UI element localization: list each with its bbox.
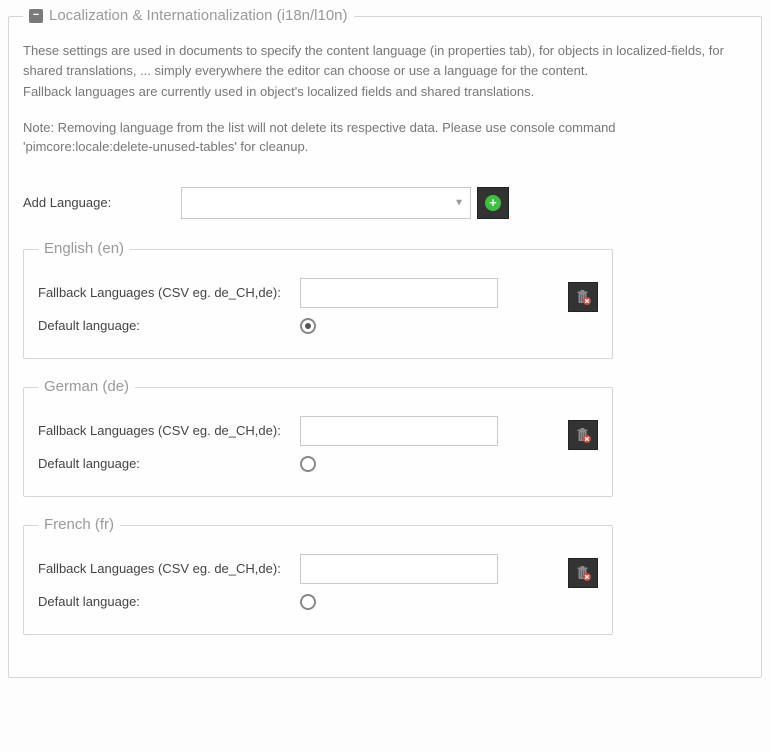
fallback-label: Fallback Languages (CSV eg. de_CH,de): bbox=[38, 423, 300, 438]
default-row: Default language: bbox=[38, 594, 598, 610]
localization-panel: − Localization & Internationalization (i… bbox=[8, 16, 762, 678]
fallback-row: Fallback Languages (CSV eg. de_CH,de): bbox=[38, 416, 598, 446]
add-language-row: Add Language: ▼ + bbox=[23, 187, 747, 219]
fallback-input[interactable] bbox=[300, 416, 498, 446]
language-legend: German (de) bbox=[38, 378, 135, 395]
description-line-1: These settings are used in documents to … bbox=[23, 41, 747, 80]
plus-icon: + bbox=[485, 195, 501, 211]
collapse-icon[interactable]: − bbox=[29, 9, 43, 23]
language-legend: English (en) bbox=[38, 240, 130, 257]
panel-title: Localization & Internationalization (i18… bbox=[49, 7, 348, 24]
default-language-radio[interactable] bbox=[300, 318, 316, 334]
default-row: Default language: bbox=[38, 456, 598, 472]
fallback-row: Fallback Languages (CSV eg. de_CH,de): bbox=[38, 554, 598, 584]
default-row: Default language: bbox=[38, 318, 598, 334]
panel-description: These settings are used in documents to … bbox=[23, 41, 747, 157]
language-fieldset: French (fr) Fallback Languages (CSV eg. … bbox=[23, 525, 613, 635]
delete-language-button[interactable] bbox=[568, 558, 598, 588]
description-line-2: Fallback languages are currently used in… bbox=[23, 82, 747, 102]
default-language-radio[interactable] bbox=[300, 594, 316, 610]
fallback-label: Fallback Languages (CSV eg. de_CH,de): bbox=[38, 285, 300, 300]
description-line-3: Note: Removing language from the list wi… bbox=[23, 118, 747, 157]
language-legend: French (fr) bbox=[38, 516, 120, 533]
language-fieldset: English (en) Fallback Languages (CSV eg.… bbox=[23, 249, 613, 359]
fallback-input[interactable] bbox=[300, 278, 498, 308]
add-language-select[interactable]: ▼ bbox=[181, 187, 471, 219]
default-label: Default language: bbox=[38, 318, 300, 333]
add-language-label: Add Language: bbox=[23, 195, 181, 210]
fallback-label: Fallback Languages (CSV eg. de_CH,de): bbox=[38, 561, 300, 576]
default-language-radio[interactable] bbox=[300, 456, 316, 472]
delete-language-button[interactable] bbox=[568, 420, 598, 450]
fallback-row: Fallback Languages (CSV eg. de_CH,de): bbox=[38, 278, 598, 308]
delete-language-button[interactable] bbox=[568, 282, 598, 312]
chevron-down-icon: ▼ bbox=[454, 197, 464, 208]
trash-delete-icon bbox=[575, 289, 591, 305]
fallback-input[interactable] bbox=[300, 554, 498, 584]
add-language-button[interactable]: + bbox=[477, 187, 509, 219]
language-fieldset: German (de) Fallback Languages (CSV eg. … bbox=[23, 387, 613, 497]
trash-delete-icon bbox=[575, 565, 591, 581]
trash-delete-icon bbox=[575, 427, 591, 443]
default-label: Default language: bbox=[38, 594, 300, 609]
panel-legend: − Localization & Internationalization (i… bbox=[23, 7, 354, 24]
default-label: Default language: bbox=[38, 456, 300, 471]
